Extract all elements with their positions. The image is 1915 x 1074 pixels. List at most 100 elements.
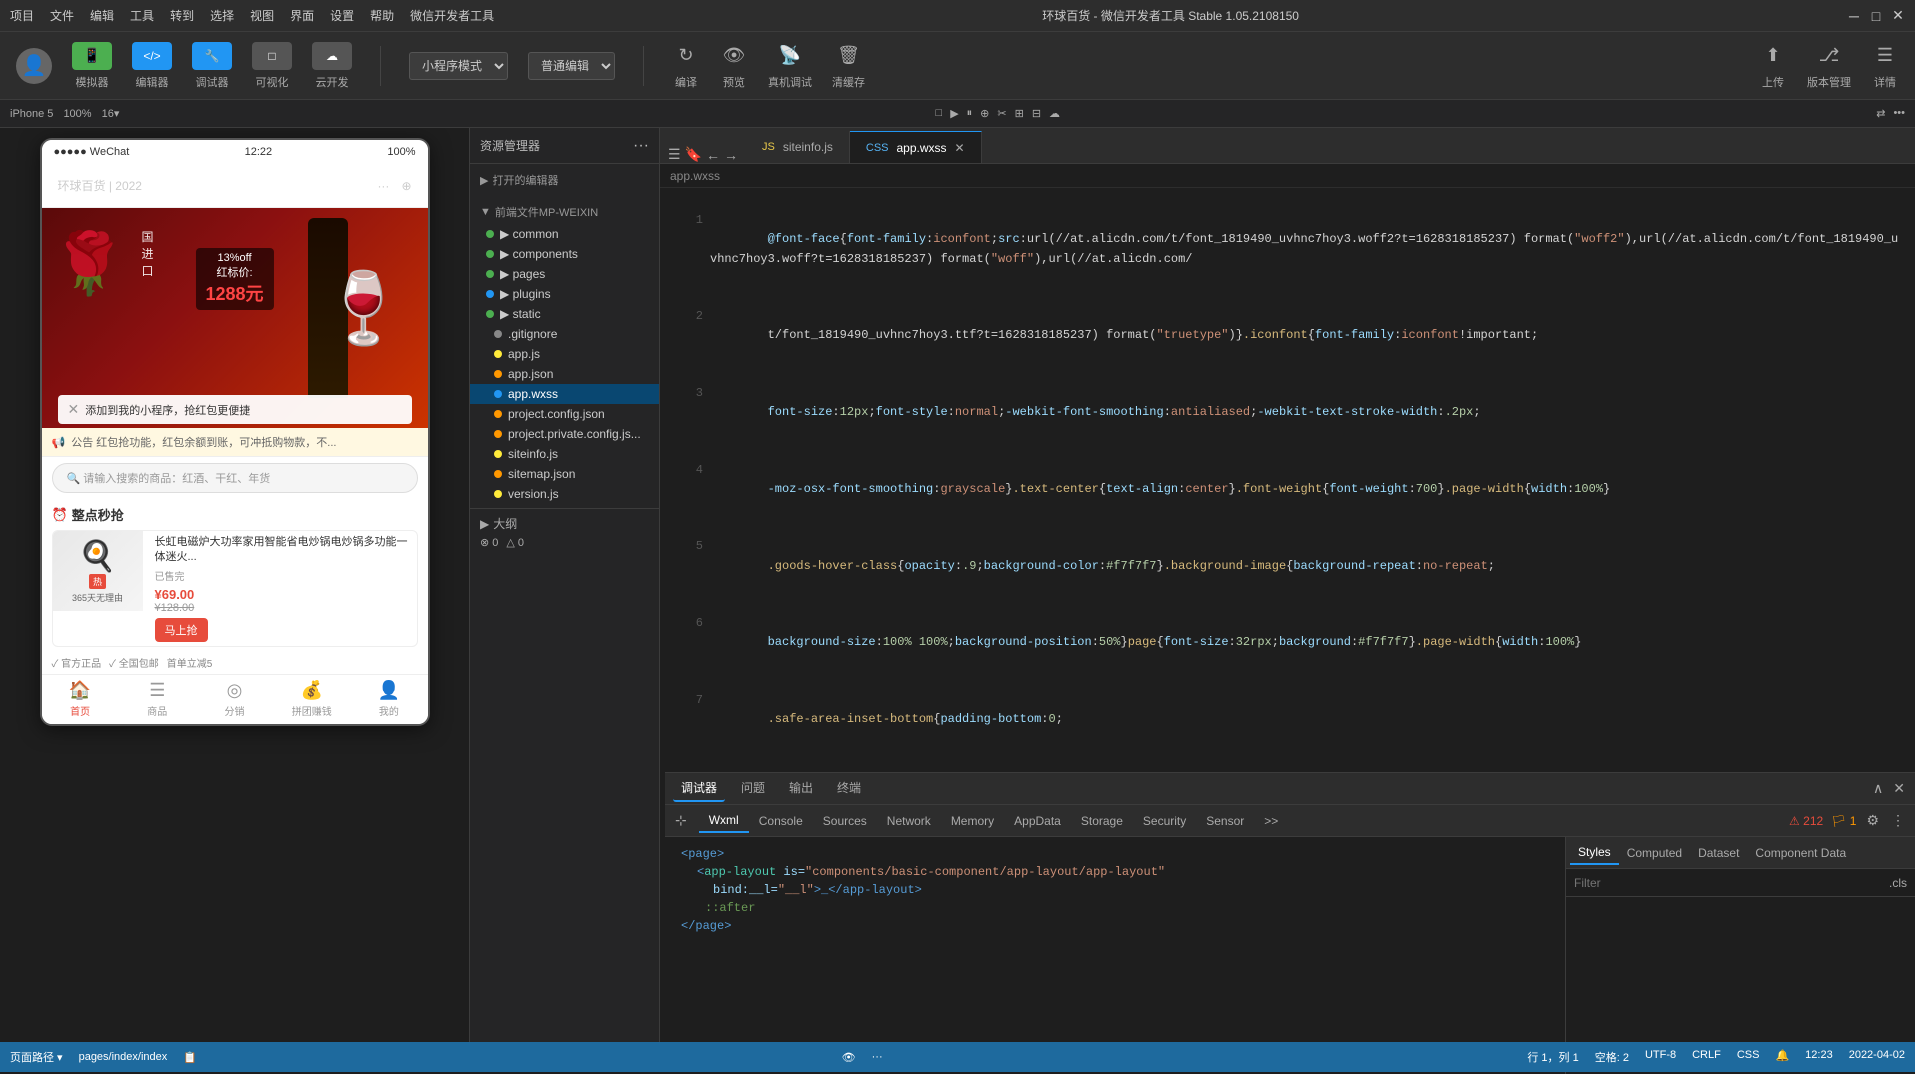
menu-item-goto[interactable]: 转到 xyxy=(170,7,194,24)
visual-button[interactable]: □ xyxy=(252,42,292,70)
tab-appwxss[interactable]: CSS app.wxss ✕ xyxy=(850,131,982,163)
status-page-path-label[interactable]: 页面路径 ▾ xyxy=(10,1049,63,1065)
clear-cache-action[interactable]: 🗑 清缓存 xyxy=(832,42,865,90)
device-icon-add[interactable]: ⊕ xyxy=(980,107,989,120)
nav-tab-network[interactable]: Network xyxy=(877,810,941,832)
menu-item-view[interactable]: 视图 xyxy=(250,7,274,24)
close-button[interactable]: ✕ xyxy=(1891,9,1905,23)
folder-components[interactable]: ▶ components xyxy=(470,244,659,264)
tab-distribution[interactable]: ◎ 分销 xyxy=(196,675,273,724)
menu-item-file[interactable]: 文件 xyxy=(50,7,74,24)
menu-item-settings[interactable]: 设置 xyxy=(330,7,354,24)
remote-debug-icon[interactable]: 📡 xyxy=(776,42,804,70)
toolbar-cloud[interactable]: ☁ 云开发 xyxy=(312,42,352,90)
maximize-button[interactable]: □ xyxy=(1869,9,1883,23)
app-mode-select[interactable]: 小程序模式 xyxy=(409,52,508,80)
file-panel-more[interactable]: ··· xyxy=(633,137,649,155)
device-icon-minus[interactable]: ⊟ xyxy=(1032,107,1041,120)
menu-item-tools[interactable]: 工具 xyxy=(130,7,154,24)
editor-icon-bookmark[interactable]: 🔖 xyxy=(685,146,702,163)
phone-search-bar[interactable]: 🔍 请输入搜索的商品：红酒、干红、年货 xyxy=(52,463,418,493)
upload-icon[interactable]: ⬆ xyxy=(1759,42,1787,70)
debugger-button[interactable]: 🔧 xyxy=(192,42,232,70)
details-button[interactable]: ☰ 详情 xyxy=(1871,42,1899,90)
product-card[interactable]: 🍳 热 365天无理由 长虹电磁炉大功率家用智能省电炒锅电炒锅多功能一体迷火..… xyxy=(52,530,418,647)
nav-tab-storage[interactable]: Storage xyxy=(1071,810,1133,832)
simulator-button[interactable]: 📱 xyxy=(72,42,112,70)
phone-nav-search[interactable]: ⊕ xyxy=(401,179,411,193)
remote-debug-action[interactable]: 📡 真机调试 xyxy=(768,42,812,90)
devtools-tab-debugger[interactable]: 调试器 xyxy=(673,775,725,802)
folder-plugins[interactable]: ▶ plugins xyxy=(470,284,659,304)
devtools-expand-icon[interactable]: ∧ xyxy=(1871,778,1885,799)
device-network[interactable]: 16▾ xyxy=(102,107,120,120)
devtools-cursor-icon[interactable]: ⊹ xyxy=(673,810,689,831)
nav-tab-appdata[interactable]: AppData xyxy=(1004,810,1071,832)
nav-tab-console[interactable]: Console xyxy=(749,810,813,832)
cloud-button[interactable]: ☁ xyxy=(312,42,352,70)
version-icon[interactable]: ⎇ xyxy=(1815,42,1843,70)
tab-siteinfo[interactable]: JS siteinfo.js xyxy=(746,131,850,163)
status-more-icon[interactable]: ··· xyxy=(872,1051,883,1063)
status-position-preview-icon[interactable]: 👁 xyxy=(842,1051,856,1064)
status-bell-icon[interactable]: 🔔 xyxy=(1775,1049,1789,1065)
toolbar-debugger[interactable]: 🔧 调试器 xyxy=(192,42,232,90)
devtools-tab-terminal[interactable]: 终端 xyxy=(829,775,869,802)
outline-header[interactable]: ▶ 大纲 xyxy=(480,515,649,532)
file-appwxss[interactable]: app.wxss xyxy=(470,384,659,404)
avatar[interactable]: 👤 xyxy=(16,48,52,84)
menu-item-help[interactable]: 帮助 xyxy=(370,7,394,24)
mp-weixin-title[interactable]: ▼ 前端文件MP-WEIXIN xyxy=(470,200,659,224)
phone-nav-more[interactable]: ··· xyxy=(377,179,389,193)
editor-icon-menu[interactable]: ☰ xyxy=(668,146,681,163)
file-projectprivate[interactable]: project.private.config.js... xyxy=(470,424,659,444)
toolbar-simulator[interactable]: 📱 模拟器 xyxy=(72,42,112,90)
edit-mode-select[interactable]: 普通编辑 xyxy=(528,52,615,80)
preview-icon[interactable]: 👁 xyxy=(720,42,748,70)
xml-line-page-open[interactable]: <page> xyxy=(673,845,1557,863)
menu-item-interface[interactable]: 界面 xyxy=(290,7,314,24)
right-tab-styles[interactable]: Styles xyxy=(1570,841,1619,865)
devtools-close-icon[interactable]: ✕ xyxy=(1891,778,1907,799)
nav-tab-security[interactable]: Security xyxy=(1133,810,1196,832)
xml-line-bind[interactable]: bind:__l="__l">_</app-layout> xyxy=(673,881,1557,899)
version-button[interactable]: ⎇ 版本管理 xyxy=(1807,42,1851,90)
clear-cache-icon[interactable]: 🗑 xyxy=(835,42,863,70)
preview-action[interactable]: 👁 预览 xyxy=(720,42,748,90)
file-version[interactable]: version.js xyxy=(470,484,659,504)
device-icon-pause[interactable]: ⏸ xyxy=(967,107,973,120)
menu-item-edit[interactable]: 编辑 xyxy=(90,7,114,24)
devtools-tab-issues[interactable]: 问题 xyxy=(733,775,773,802)
right-tab-dataset[interactable]: Dataset xyxy=(1690,842,1747,864)
minimize-button[interactable]: ─ xyxy=(1847,9,1861,23)
filter-cls-button[interactable]: .cls xyxy=(1889,876,1907,890)
devtools-more-icon[interactable]: ⋮ xyxy=(1889,810,1907,831)
filter-input[interactable] xyxy=(1574,876,1881,890)
right-tab-computed[interactable]: Computed xyxy=(1619,842,1690,864)
devtools-tab-output[interactable]: 输出 xyxy=(781,775,821,802)
tab-appwxss-close[interactable]: ✕ xyxy=(955,141,965,155)
nav-tab-sources[interactable]: Sources xyxy=(813,810,877,832)
upload-button[interactable]: ⬆ 上传 xyxy=(1759,42,1787,90)
file-appjs[interactable]: app.js xyxy=(470,344,659,364)
menu-bar[interactable]: 项目 文件 编辑 工具 转到 选择 视图 界面 设置 帮助 微信开发者工具 xyxy=(10,7,494,24)
status-copy-icon[interactable]: 📋 xyxy=(183,1051,197,1064)
folder-pages[interactable]: ▶ pages xyxy=(470,264,659,284)
file-gitignore[interactable]: .gitignore xyxy=(470,324,659,344)
product-buy-button[interactable]: 马上抢 xyxy=(155,618,208,642)
edit-mode-selector[interactable]: 普通编辑 xyxy=(528,52,615,80)
device-icon-cloud[interactable]: ☁ xyxy=(1049,107,1060,120)
nav-tab-wxml[interactable]: Wxml xyxy=(699,809,749,833)
editor-icon-forward[interactable]: → xyxy=(724,147,738,163)
toolbar-editor[interactable]: </> 编辑器 xyxy=(132,42,172,90)
file-siteinfo[interactable]: siteinfo.js xyxy=(470,444,659,464)
tab-goods[interactable]: ☰ 商品 xyxy=(119,675,196,724)
app-mode-selector[interactable]: 小程序模式 xyxy=(409,52,508,80)
tab-home[interactable]: 🏠 首页 xyxy=(42,675,119,724)
tab-group[interactable]: 💰 拼团赚钱 xyxy=(273,675,350,724)
file-appjson[interactable]: app.json xyxy=(470,364,659,384)
folder-static[interactable]: ▶ static xyxy=(470,304,659,324)
editor-button[interactable]: </> xyxy=(132,42,172,70)
right-tab-component-data[interactable]: Component Data xyxy=(1747,842,1854,864)
editor-icon-back[interactable]: ← xyxy=(706,147,720,163)
